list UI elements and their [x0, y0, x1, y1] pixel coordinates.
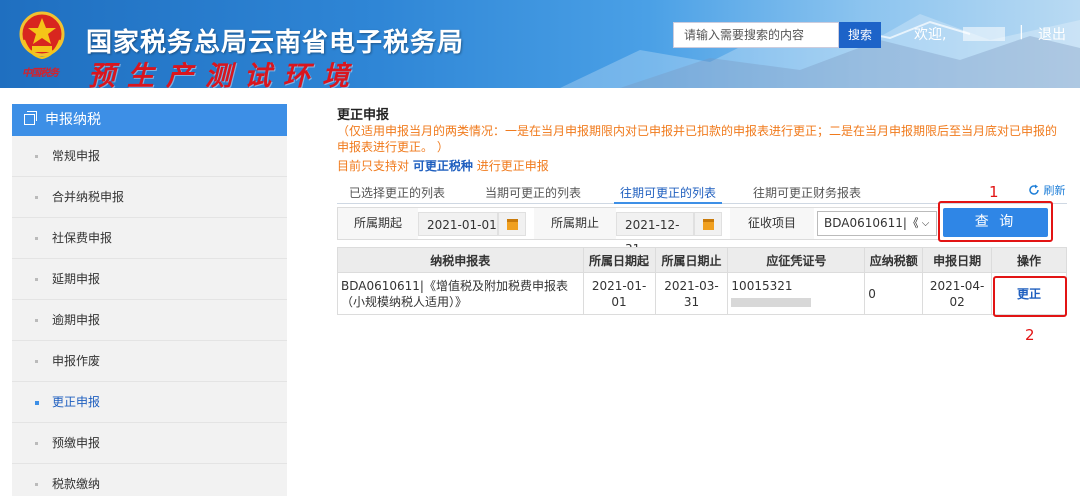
correctable-tax-link[interactable]: 可更正税种	[413, 159, 473, 173]
calendar-icon	[703, 219, 714, 230]
bullet-icon	[35, 319, 38, 322]
tab-past-financial-reports[interactable]: 往期可更正财务报表	[753, 184, 861, 201]
start-period-input[interactable]: 2021-01-01	[418, 212, 498, 236]
cell-start-date: 2021-01-01	[582, 272, 656, 315]
bullet-icon	[35, 483, 38, 486]
table-header-row: 纳税申报表 所属日期起 所属日期止 应征凭证号 应纳税额 申报日期 操作	[337, 247, 1067, 273]
table-row: BDA0610611|《增值税及附加税费申报表（小规模纳税人适用）》 2021-…	[337, 272, 1067, 315]
start-calendar-button[interactable]	[498, 212, 526, 236]
cell-end-date: 2021-03-31	[654, 272, 729, 315]
notice-text: （仅适用申报当月的两类情况：一是在当月申报期限内对已申报并已扣款的申报表进行更正…	[337, 124, 1058, 154]
search-input[interactable]: 请输入需要搜索的内容	[673, 22, 839, 48]
sidebar-item-correction-filing[interactable]: 更正申报	[12, 382, 287, 423]
sidebar-item-prepayment-filing[interactable]: 预缴申报	[12, 423, 287, 464]
annotation-number-2: 2	[1025, 326, 1035, 344]
annotation-frame-query	[938, 201, 1053, 242]
search-button[interactable]: 搜索	[839, 22, 881, 48]
column-header: 应纳税额	[864, 247, 924, 273]
tab-past-period[interactable]: 往期可更正的列表	[613, 184, 723, 204]
bullet-icon	[35, 278, 38, 281]
levy-item-select[interactable]: BDA0610611|《增 ⌵	[817, 211, 937, 236]
refresh-button[interactable]: 刷新	[1028, 182, 1066, 198]
sidebar-item-extension-filing[interactable]: 延期申报	[12, 259, 287, 300]
column-header: 操作	[991, 247, 1067, 273]
column-header: 纳税申报表	[337, 247, 584, 273]
sidebar-item-overdue-filing[interactable]: 逾期申报	[12, 300, 287, 341]
cell-tax-amount: 0	[864, 272, 924, 315]
calendar-icon	[507, 219, 518, 230]
voucher-redacted	[731, 297, 812, 307]
page-title: 更正申报	[337, 108, 390, 123]
header-banner: 中国税务 国家税务总局云南省电子税务局 预生产测试环境 请输入需要搜索的内容 搜…	[0, 0, 1080, 88]
bullet-icon	[35, 442, 38, 445]
sidebar-title: 申报纳税	[45, 112, 101, 128]
sidebar: 申报纳税 常规申报 合并纳税申报 社保费申报 延期申报 逾期申报 申报作废 更正…	[12, 104, 287, 496]
end-calendar-button[interactable]	[694, 212, 722, 236]
tax-emblem-icon	[19, 11, 65, 60]
sidebar-header[interactable]: 申报纳税	[12, 104, 287, 136]
sidebar-item-regular-filing[interactable]: 常规申报	[12, 136, 287, 177]
filter-bar: 所属期起 2021-01-01 所属期止 2021-12-31 征收项目 BDA…	[337, 207, 939, 256]
logout-link[interactable]: 退出	[1038, 24, 1066, 44]
sidebar-item-social-insurance[interactable]: 社保费申报	[12, 218, 287, 259]
levy-item-label: 征收项目	[730, 208, 814, 239]
emblem-signature: 中国税务	[22, 68, 59, 79]
annotation-frame-correct	[993, 276, 1067, 317]
bullet-icon	[35, 401, 39, 405]
column-header: 所属日期起	[582, 247, 656, 273]
username-redacted	[963, 27, 1005, 41]
sidebar-item-void-filing[interactable]: 申报作废	[12, 341, 287, 382]
cell-filing-date: 2021-04-02	[922, 272, 993, 315]
welcome-text: 欢迎,	[914, 27, 947, 43]
bullet-icon	[35, 196, 38, 199]
tab-current-period[interactable]: 当期可更正的列表	[485, 184, 581, 201]
annotation-number-1: 1	[989, 183, 999, 201]
start-period-label: 所属期起	[338, 208, 418, 239]
chevron-down-icon: ⌵	[918, 213, 933, 234]
tab-selected-corrections[interactable]: 已选择更正的列表	[349, 184, 445, 201]
support-note: 目前只支持对 可更正税种 进行更正申报	[337, 159, 549, 173]
window-icon	[24, 111, 37, 125]
correction-table: 纳税申报表 所属日期起 所属日期止 应征凭证号 应纳税额 申报日期 操作 BDA…	[337, 247, 1067, 315]
bullet-icon	[35, 155, 38, 158]
header-separator: |	[1019, 24, 1024, 40]
end-period-input[interactable]: 2021-12-31	[616, 212, 694, 256]
bullet-icon	[35, 237, 38, 240]
refresh-icon	[1029, 184, 1039, 195]
sidebar-item-tax-payment[interactable]: 税款缴纳	[12, 464, 287, 496]
column-header: 应征凭证号	[727, 247, 866, 273]
cell-form-name: BDA0610611|《增值税及附加税费申报表（小规模纳税人适用）》	[337, 272, 584, 315]
column-header: 申报日期	[922, 247, 993, 273]
end-period-label: 所属期止	[534, 208, 616, 239]
environment-title: 预生产测试环境	[88, 61, 361, 88]
bullet-icon	[35, 360, 38, 363]
cell-voucher-number: 10015321	[727, 272, 866, 315]
column-header: 所属日期止	[654, 247, 729, 273]
sidebar-item-consolidated-filing[interactable]: 合并纳税申报	[12, 177, 287, 218]
